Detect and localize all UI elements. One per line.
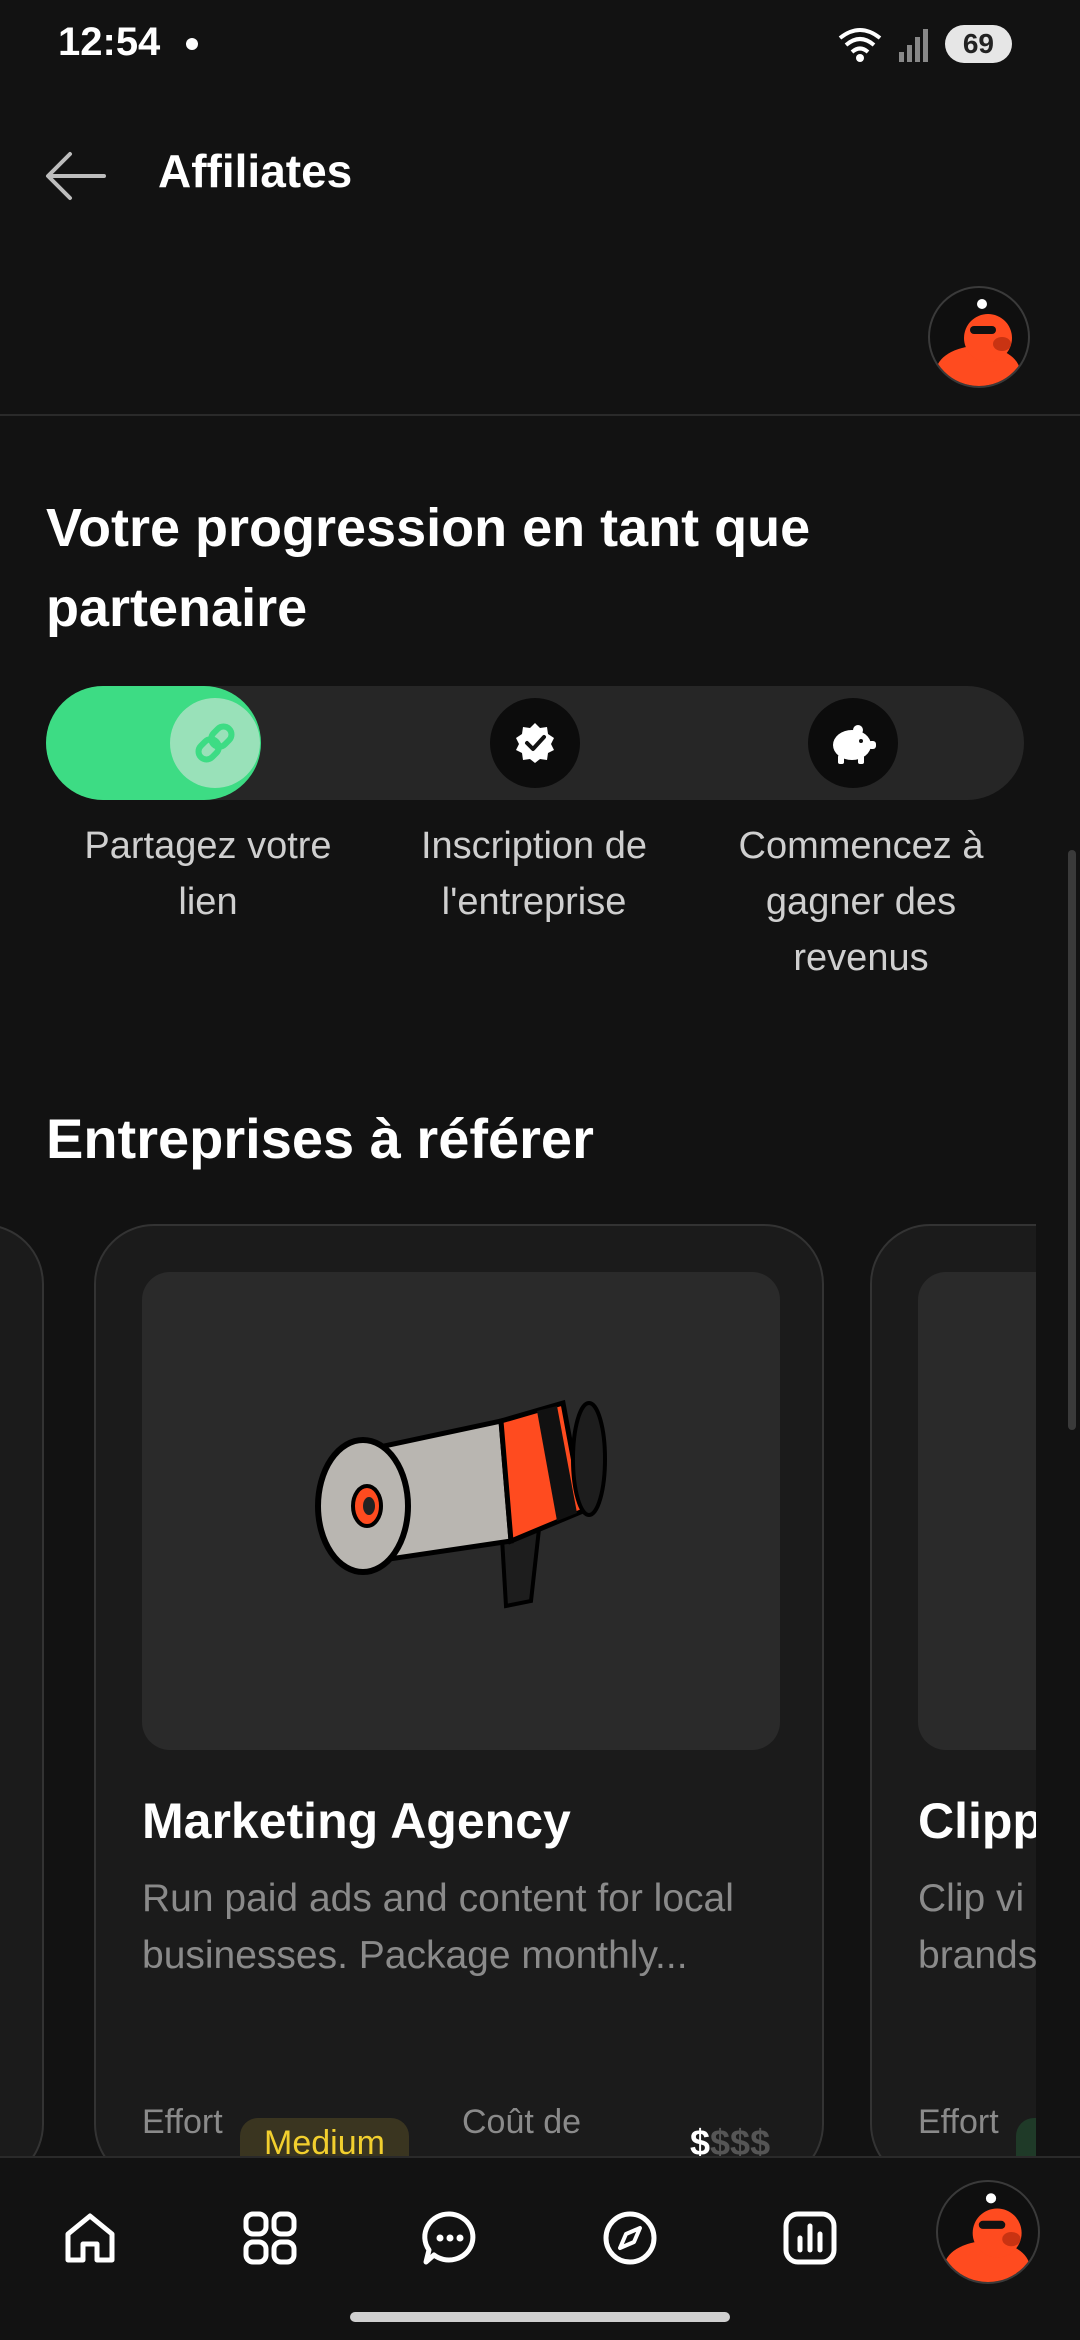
status-icons: 69 [837,24,1012,64]
step-label-earn: Commencez à gagner des revenus [738,825,984,979]
business-card-clipping[interactable]: Clipp Clip vi brands Effort [870,1224,1036,2164]
step-node-earn[interactable] [808,698,898,788]
home-icon [65,2213,115,2263]
card-title: Clipp [918,1793,1036,1849]
card-image [142,1272,780,1750]
card-title: Marketing Agency [142,1793,571,1849]
businesses-title: Entreprises à référer [46,1107,594,1170]
profile-avatar[interactable] [928,286,1030,388]
step-label-registration: Inscription de l'entreprise [420,825,647,923]
header-divider [0,414,1080,416]
compass-icon [603,2211,657,2265]
megaphone-icon [315,1399,607,1609]
effort-label: Effort [918,2103,999,2141]
step-label-share-link: Partagez votre lien [84,825,332,923]
verified-badge-icon [516,723,554,763]
notification-dot [186,38,198,50]
scrollbar[interactable] [1068,850,1076,1430]
app-header: Affiliates [0,100,1080,240]
card-description: Run paid ads and content for local busin… [142,1877,734,1977]
business-card-previous[interactable] [0,1224,44,2164]
card-description: Clip vi brands [918,1877,1036,1977]
nav-profile-avatar[interactable] [936,2180,1040,2284]
progress-title: Votre progression en tant que partenaire [46,498,811,638]
wifi-icon [838,28,882,62]
piggy-bank-icon [833,725,876,764]
business-card-marketing-agency[interactable]: Marketing Agency Run paid ads and conten… [94,1224,824,2164]
nav-chat[interactable] [414,2202,486,2274]
arrow-left-icon [46,152,106,200]
nav-analytics[interactable] [774,2202,846,2274]
step-node-registration[interactable] [490,698,580,788]
nav-apps[interactable] [234,2202,306,2274]
pig-mascot-icon [944,2193,1030,2282]
back-button[interactable] [40,140,112,212]
battery-indicator: 69 [944,25,1012,63]
effort-label: Effort [142,2103,223,2141]
cost-label: Coût de [462,2103,582,2141]
home-indicator[interactable] [350,2312,730,2322]
grid-apps-icon [243,2211,297,2265]
analytics-icon [783,2211,837,2265]
chat-icon [422,2211,476,2265]
link-icon [195,723,235,763]
page-title: Affiliates [158,145,353,197]
businesses-carousel[interactable]: Marketing Agency Run paid ads and conten… [0,1224,1036,2164]
progress-track [46,686,1024,800]
status-bar: 12:54 69 [0,0,1080,86]
nav-explore[interactable] [594,2202,666,2274]
pig-mascot-icon [936,299,1020,386]
step-node-share-link[interactable] [170,698,260,788]
status-time: 12:54 [58,20,161,64]
card-image [918,1272,1036,1750]
nav-home[interactable] [54,2202,126,2274]
signal-icon [898,29,928,62]
